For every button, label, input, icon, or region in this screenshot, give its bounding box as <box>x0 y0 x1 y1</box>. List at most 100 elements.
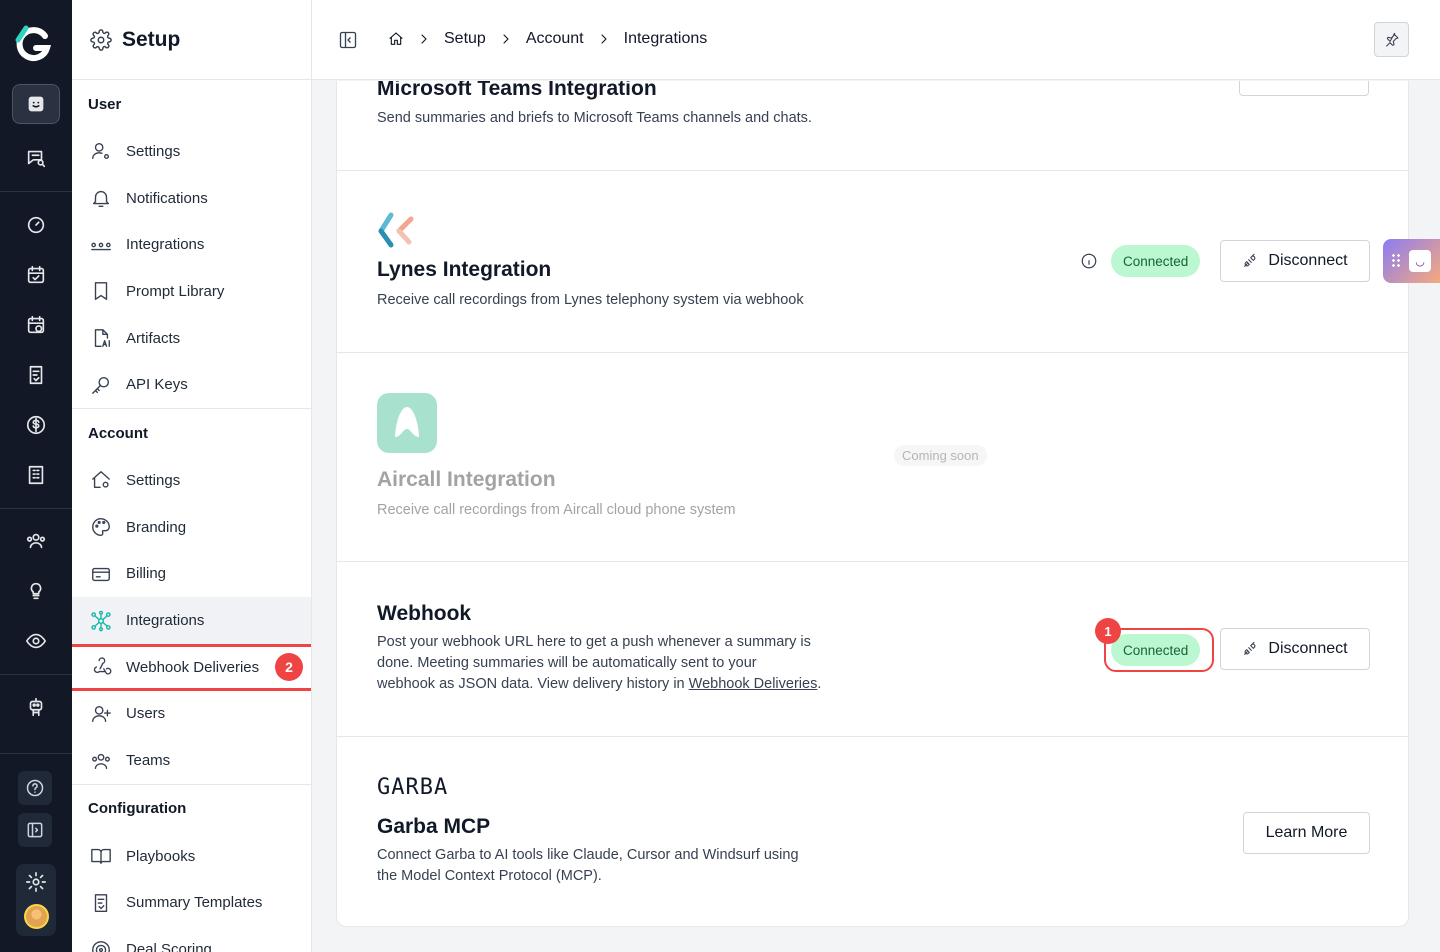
gear-icon <box>90 28 112 51</box>
unplug-icon <box>1244 253 1256 267</box>
setup-sidebar: Setup User Settings Notifications Integr… <box>72 0 312 952</box>
annotation-badge: 1 <box>1095 618 1121 644</box>
sidebar-item-summary-templates[interactable]: Summary Templates <box>72 880 311 927</box>
integration-row-webhook: Webhook Post your webhook URL here to ge… <box>337 562 1408 737</box>
aircall-status-badge: Coming soon <box>894 445 987 466</box>
sidebar-item-account-integrations[interactable]: Integrations <box>72 597 311 644</box>
section-configuration: Configuration <box>88 800 187 818</box>
sidebar-item-teams[interactable]: Teams <box>72 737 311 784</box>
teams-action-button[interactable] <box>1239 81 1369 96</box>
bookmark-icon <box>94 282 108 301</box>
sidebar-header: Setup <box>72 0 311 80</box>
lynes-logo-icon <box>378 212 414 248</box>
lynes-disconnect-button[interactable]: Disconnect <box>1220 240 1370 282</box>
target-icon <box>92 940 110 952</box>
assistant-face-icon: ◡ <box>1409 250 1431 272</box>
sidebar-item-playbooks[interactable]: Playbooks <box>72 833 311 880</box>
team-icon[interactable] <box>12 521 60 561</box>
book-open-icon <box>91 849 111 865</box>
sidebar-item-notifications[interactable]: Notifications <box>72 175 311 222</box>
home-icon[interactable] <box>388 31 404 47</box>
sidebar-title: Setup <box>122 27 181 51</box>
webhook-title: Webhook <box>377 602 472 625</box>
sidebar-item-branding[interactable]: Branding <box>72 504 311 551</box>
breadcrumb-account[interactable]: Account <box>526 30 584 48</box>
pin-button[interactable] <box>1374 22 1409 57</box>
unplug-icon <box>1244 641 1256 655</box>
document-check-icon[interactable] <box>12 355 60 395</box>
template-check-icon <box>94 894 108 912</box>
chevron-right-icon <box>601 34 607 44</box>
chevron-right-icon <box>421 34 427 44</box>
teams-title: Microsoft Teams Integration <box>377 81 657 100</box>
avatar[interactable] <box>24 904 49 929</box>
garba-logo: GARBA <box>377 775 449 800</box>
sidebar-item-artifacts[interactable]: Artifacts <box>72 315 311 362</box>
dollar-icon[interactable] <box>12 405 60 445</box>
sidebar-item-webhook-deliveries[interactable]: Webhook Deliveries 2 <box>72 643 311 691</box>
annotation-badge: 2 <box>275 653 303 682</box>
integration-row-garba: GARBA Garba MCP Connect Garba to AI tool… <box>337 737 1408 926</box>
calendar-check-icon[interactable] <box>12 255 60 295</box>
chevron-right-icon <box>503 34 509 44</box>
garba-description: Connect Garba to AI tools like Claude, C… <box>377 847 799 884</box>
webhook-status-badge: Connected <box>1111 634 1201 666</box>
app-logo-icon[interactable] <box>12 22 56 66</box>
webhook-disconnect-button[interactable]: Disconnect <box>1220 628 1370 670</box>
robot-icon[interactable] <box>12 687 60 727</box>
webhook-deliveries-link[interactable]: Webhook Deliveries <box>689 676 818 692</box>
section-user: User <box>88 95 122 113</box>
team-icon <box>92 753 110 769</box>
garba-title: Garba MCP <box>377 815 491 838</box>
ai-file-icon <box>94 329 110 348</box>
teams-description: Send summaries and briefs to Microsoft T… <box>377 110 812 126</box>
sidebar-item-users[interactable]: Users <box>72 691 311 738</box>
webhook-icon <box>93 657 112 675</box>
integration-row-aircall: Coming soon Aircall Integration Receive … <box>337 353 1408 562</box>
drag-handle-icon[interactable] <box>1391 253 1401 269</box>
user-plus-icon <box>92 705 111 722</box>
sidebar-item-deal-scoring[interactable]: Deal Scoring <box>72 926 311 952</box>
help-icon[interactable] <box>18 771 52 805</box>
aircall-title: Aircall Integration <box>377 468 556 491</box>
calendar-clock-icon[interactable] <box>12 305 60 345</box>
breadcrumb-integrations: Integrations <box>623 30 708 47</box>
user-gear-icon <box>92 143 110 160</box>
palette-icon <box>92 518 110 537</box>
sidebar-item-user-integrations[interactable]: Integrations <box>72 221 311 268</box>
pin-icon <box>1385 32 1399 47</box>
lynes-description: Receive call recordings from Lynes telep… <box>377 292 804 308</box>
icon-rail <box>0 0 72 952</box>
eye-icon[interactable] <box>12 621 60 661</box>
breadcrumb-setup[interactable]: Setup <box>444 30 486 48</box>
dashboard-icon[interactable] <box>12 205 60 245</box>
integration-row-teams: Microsoft Teams Integration Send summari… <box>337 81 1408 171</box>
sidebar-item-account-settings[interactable]: Settings <box>72 457 311 504</box>
aircall-description: Receive call recordings from Aircall clo… <box>377 502 736 518</box>
sidebar-toggle-icon[interactable] <box>338 30 358 50</box>
expand-panel-icon[interactable] <box>18 813 52 847</box>
assistant-icon[interactable] <box>12 84 60 124</box>
network-icon <box>91 610 111 631</box>
sidebar-item-billing[interactable]: Billing <box>72 551 311 598</box>
search-chat-icon[interactable] <box>12 138 60 178</box>
integrations-card: Microsoft Teams Integration Send summari… <box>336 81 1409 927</box>
assistant-widget[interactable]: ◡ <box>1383 239 1440 283</box>
lightbulb-icon[interactable] <box>12 571 60 611</box>
sidebar-item-user-settings[interactable]: Settings <box>72 128 311 175</box>
home-gear-icon <box>92 471 110 489</box>
sidebar-item-api-keys[interactable]: API Keys <box>72 361 311 408</box>
section-account: Account <box>88 424 148 442</box>
lynes-title: Lynes Integration <box>377 258 552 281</box>
integrations-dots-icon <box>91 242 111 250</box>
breadcrumb: Setup Account Integrations <box>388 30 707 48</box>
building-icon[interactable] <box>12 455 60 495</box>
bell-icon <box>92 191 110 207</box>
garba-learn-more-button[interactable]: Learn More <box>1243 812 1370 854</box>
settings-gear-icon[interactable] <box>16 862 56 902</box>
webhook-description: Post your webhook URL here to get a push… <box>377 634 822 692</box>
sidebar-item-prompt-library[interactable]: Prompt Library <box>72 268 311 315</box>
lynes-status-badge: Connected <box>1111 245 1201 277</box>
top-bar: Setup Account Integrations <box>312 0 1440 80</box>
info-icon[interactable] <box>1080 252 1098 270</box>
